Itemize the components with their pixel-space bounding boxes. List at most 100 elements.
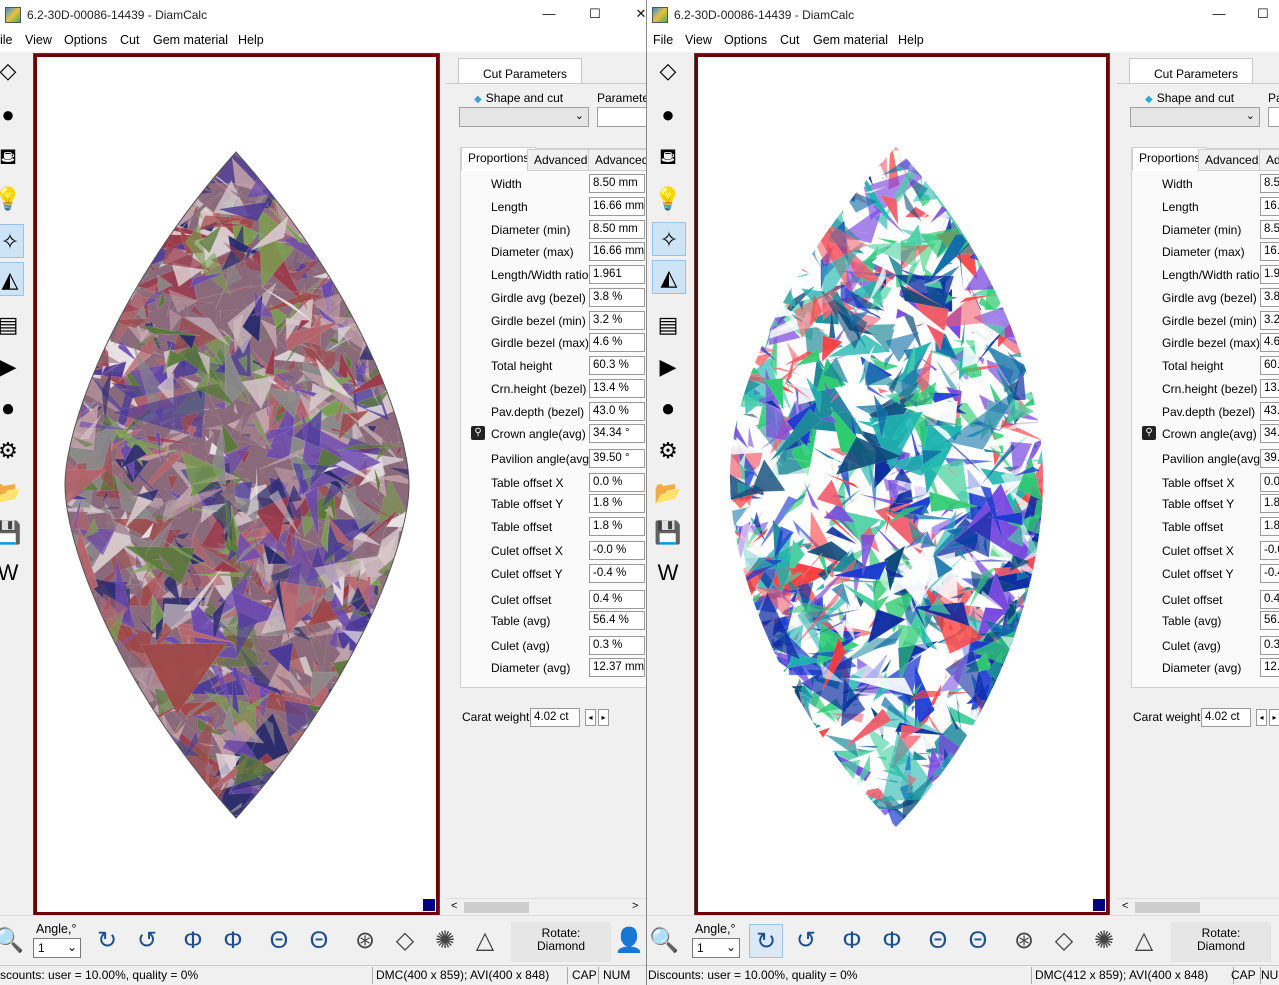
diamond-outline-icon[interactable]: ◇	[0, 54, 22, 88]
flip-h-icon[interactable]: Θ	[262, 924, 296, 958]
menu-view[interactable]: View	[25, 33, 52, 47]
proportion-value-field[interactable]: 4.6	[1260, 333, 1279, 352]
save-disk-icon[interactable]: 💾	[0, 516, 22, 550]
close-button[interactable]: ✕	[632, 6, 646, 22]
word-doc-icon[interactable]: W	[654, 556, 682, 590]
flip-v2-icon[interactable]: Φ	[875, 924, 909, 958]
proportion-value-field[interactable]: 16.6	[1260, 242, 1279, 261]
open-folder-icon[interactable]: 📂	[654, 476, 682, 510]
video-record-icon[interactable]: ⏺	[654, 392, 682, 426]
tab-cut-parameters[interactable]: Cut Parameters	[458, 58, 582, 84]
proportion-value-field[interactable]: 0.4 %	[589, 590, 645, 609]
open-folder-icon[interactable]: 📂	[0, 476, 22, 510]
tab-cut-parameters[interactable]: Cut Parameters	[1129, 58, 1253, 84]
top-view-icon[interactable]: ⊛	[348, 924, 382, 958]
top-view-icon[interactable]: ⊛	[1007, 924, 1041, 958]
proportion-value-field[interactable]: 12.37 mm	[589, 658, 645, 677]
parameters-field[interactable]	[1268, 107, 1279, 127]
shape-cut-select[interactable]: ⌄	[459, 107, 589, 127]
minimize-button[interactable]: —	[1210, 6, 1228, 21]
save-disk-icon[interactable]: 💾	[654, 516, 682, 550]
diamond-wheel-icon[interactable]: ⚙	[0, 434, 22, 468]
rainbow-prism-icon[interactable]: ◭	[0, 262, 24, 296]
zoom-icon[interactable]: 🔍	[0, 924, 26, 958]
proportion-value-field[interactable]: 43.0	[1260, 402, 1279, 421]
lightbulb-icon[interactable]: 💡	[654, 182, 682, 216]
tab-advanced-2[interactable]: Advanced	[588, 149, 646, 171]
scroll-left-arrow[interactable]: <	[1122, 900, 1128, 912]
proportion-value-field[interactable]: 39.5	[1260, 449, 1279, 468]
proportion-value-field[interactable]: 13.4 %	[589, 379, 645, 398]
gem-sphere-icon[interactable]: ●	[654, 98, 682, 132]
proportion-value-field[interactable]: 0.0	[1260, 473, 1279, 492]
proportion-value-field[interactable]: -0.0	[1260, 541, 1279, 560]
proportion-value-field[interactable]: 39.50 °	[589, 449, 645, 468]
scroll-thumb[interactable]	[1135, 902, 1200, 913]
diamond-viewport[interactable]	[694, 53, 1110, 916]
angle-select[interactable]: 1 ⌄	[692, 938, 740, 958]
word-doc-icon[interactable]: W	[0, 556, 22, 590]
carat-step-right[interactable]: ▸	[1269, 709, 1279, 726]
rotate-mode-button[interactable]: Rotate: Diamond	[511, 922, 611, 962]
proportion-value-field[interactable]: 3.2 %	[589, 311, 645, 330]
carat-weight-field[interactable]: 4.02 ct	[530, 708, 580, 727]
rotate-cw-icon[interactable]: ↻	[90, 924, 124, 958]
proportion-value-field[interactable]: 34.34 °	[589, 424, 645, 443]
menu-file[interactable]: File	[653, 33, 673, 47]
proportion-value-field[interactable]: 1.8	[1260, 517, 1279, 536]
flip-v-icon[interactable]: Φ	[176, 924, 210, 958]
proportion-value-field[interactable]: 34.3	[1260, 424, 1279, 443]
angle-select[interactable]: 1 ⌄	[33, 938, 81, 958]
parameters-field[interactable]	[597, 107, 646, 127]
tab-advanced-2[interactable]: Adv	[1259, 149, 1279, 171]
proportion-value-field[interactable]: 0.3 %	[589, 636, 645, 655]
diamond-wheel-icon[interactable]: ⚙	[654, 434, 682, 468]
paint-bucket-icon[interactable]: ⛾	[654, 140, 682, 174]
rotate-ccw-icon[interactable]: ↺	[789, 924, 823, 958]
proportion-value-field[interactable]: 60.3	[1260, 356, 1279, 375]
proportion-value-field[interactable]: 1.8	[1260, 494, 1279, 513]
zoom-icon[interactable]: 🔍	[647, 924, 681, 958]
tab-proportions[interactable]: Proportions	[1132, 147, 1208, 171]
maximize-button[interactable]: ☐	[1254, 6, 1272, 22]
flip-v-icon[interactable]: Φ	[835, 924, 869, 958]
gem-sphere-icon[interactable]: ●	[0, 98, 22, 132]
proportion-value-field[interactable]: 16.66 mm	[589, 242, 645, 261]
tab-advanced[interactable]: Advanced	[527, 149, 595, 171]
diamond-outline-icon[interactable]: ◇	[654, 54, 682, 88]
proportion-value-field[interactable]: 56.4 %	[589, 611, 645, 630]
menu-cut[interactable]: Cut	[780, 33, 799, 47]
shape-cut-select[interactable]: ⌄	[1130, 107, 1260, 127]
flip-v2-icon[interactable]: Φ	[216, 924, 250, 958]
profile-view-icon[interactable]: △	[468, 924, 502, 958]
proportion-value-field[interactable]: 43.0 %	[589, 402, 645, 421]
menu-gem-material[interactable]: Gem material	[813, 33, 888, 47]
flip-h2-icon[interactable]: Θ	[302, 924, 336, 958]
carat-step-left[interactable]: ◂	[585, 709, 596, 726]
side-view-icon[interactable]: ◇	[388, 924, 422, 958]
proportion-value-field[interactable]: 16.6	[1260, 197, 1279, 216]
proportion-value-field[interactable]: 16.66 mm	[589, 197, 645, 216]
profile-view-icon[interactable]: △	[1127, 924, 1161, 958]
carat-step-right[interactable]: ▸	[598, 709, 609, 726]
menu-help[interactable]: Help	[238, 33, 264, 47]
minimize-button[interactable]: —	[540, 6, 558, 21]
side-view-icon[interactable]: ◇	[1047, 924, 1081, 958]
paint-bucket-icon[interactable]: ⛾	[0, 140, 22, 174]
maximize-button[interactable]: ☐	[586, 6, 604, 22]
menu-file[interactable]: ile	[0, 33, 13, 47]
sparkle-diamond-icon[interactable]: ✧	[652, 222, 686, 256]
proportion-value-field[interactable]: 0.4	[1260, 590, 1279, 609]
bottom-view-icon[interactable]: ✺	[428, 924, 462, 958]
proportion-value-field[interactable]: 1.8 %	[589, 494, 645, 513]
video-play-icon[interactable]: ▶	[0, 350, 22, 384]
proportion-value-field[interactable]: -0.4	[1260, 564, 1279, 583]
scroll-thumb[interactable]	[464, 902, 529, 913]
bottom-view-icon[interactable]: ✺	[1087, 924, 1121, 958]
menu-help[interactable]: Help	[898, 33, 924, 47]
lightbulb-icon[interactable]: 💡	[0, 182, 22, 216]
rotate-cw-icon[interactable]: ↻	[749, 924, 783, 958]
proportion-value-field[interactable]: 1.96	[1260, 265, 1279, 284]
proportion-value-field[interactable]: -0.0 %	[589, 541, 645, 560]
proportion-value-field[interactable]: 12.3	[1260, 658, 1279, 677]
